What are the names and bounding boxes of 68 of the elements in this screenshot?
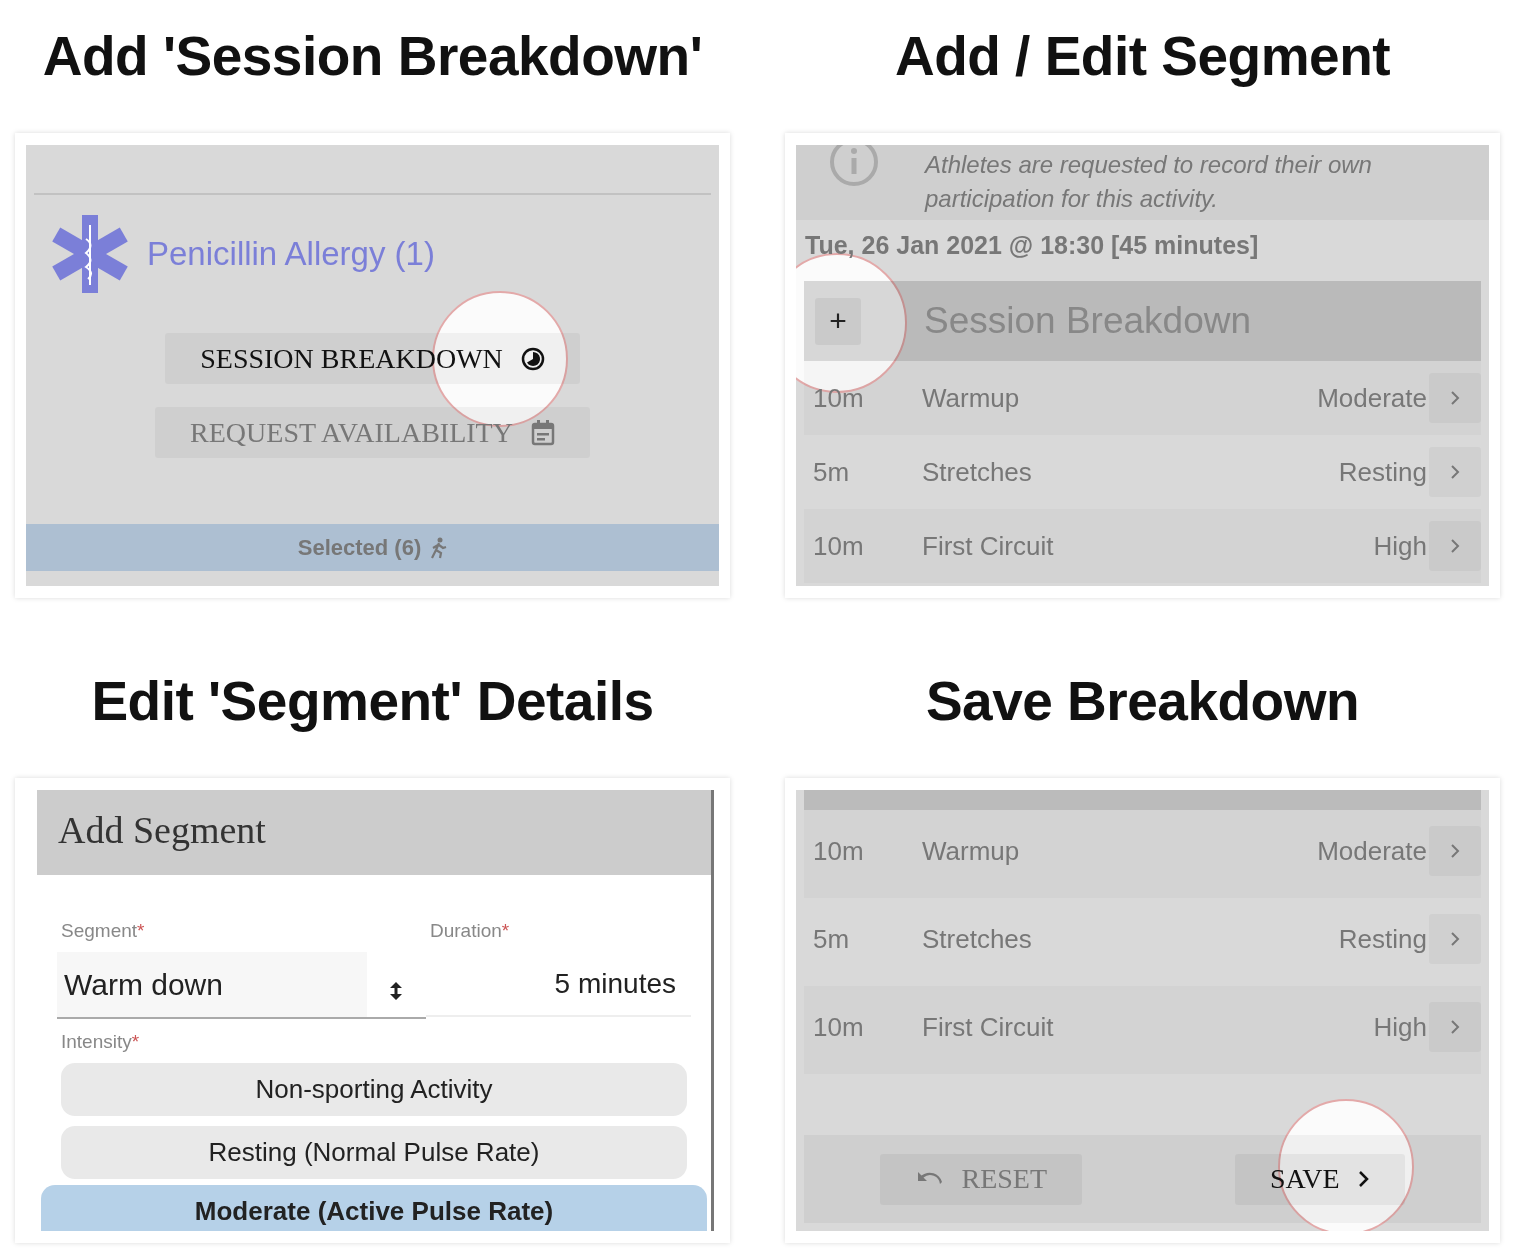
duration-text: 10m bbox=[813, 835, 865, 868]
field-label: Segment bbox=[61, 920, 138, 943]
required-marker: * bbox=[137, 920, 145, 943]
segment-name: Warmup bbox=[922, 382, 1021, 415]
info-icon bbox=[829, 145, 879, 187]
list-row[interactable]: 5m Stretches Resting bbox=[804, 898, 1481, 986]
step-heading: Save Breakdown bbox=[924, 669, 1361, 734]
add-button[interactable]: + bbox=[815, 297, 861, 345]
duration-text: 5m bbox=[813, 456, 851, 489]
intensity-text: Moderate bbox=[1317, 835, 1427, 868]
list-row[interactable]: 10m Warmup Moderate bbox=[804, 810, 1481, 898]
intensity-option[interactable]: Moderate (Active Pulse Rate) bbox=[41, 1185, 707, 1231]
dialog-title: Add Segment bbox=[37, 790, 711, 875]
segment-name: Stretches bbox=[922, 456, 1033, 489]
open-button[interactable] bbox=[1429, 914, 1481, 964]
required-marker: * bbox=[131, 1031, 140, 1054]
open-button[interactable] bbox=[1429, 826, 1481, 876]
list-row[interactable]: 10m First Circuit High bbox=[804, 509, 1481, 583]
duration-text: 5m bbox=[813, 923, 851, 956]
chevron-right-icon bbox=[1450, 390, 1460, 406]
field-label: Intensity bbox=[61, 1031, 132, 1054]
chevron-right-icon bbox=[1357, 1170, 1370, 1188]
intensity-text: Resting bbox=[1338, 456, 1427, 489]
chevron-right-icon bbox=[1450, 1019, 1460, 1035]
open-button[interactable] bbox=[1429, 447, 1481, 497]
intensity-text: High bbox=[1373, 1011, 1427, 1044]
open-button[interactable] bbox=[1429, 373, 1481, 423]
duration-text: 10m bbox=[813, 1011, 865, 1044]
step-heading: Add / Edit Segment bbox=[893, 24, 1392, 89]
intensity-text: Resting bbox=[1338, 923, 1427, 956]
menu-button[interactable]: SESSION BREAKDOWN bbox=[165, 333, 580, 384]
segment-name: Warmup bbox=[922, 835, 1021, 868]
reset-button[interactable]: RESET bbox=[880, 1153, 1083, 1205]
medical-star-icon bbox=[51, 215, 129, 293]
segment-select[interactable]: Warm down bbox=[57, 952, 426, 1019]
open-button[interactable] bbox=[1429, 1002, 1481, 1052]
segment-name: Stretches bbox=[922, 923, 1033, 956]
up-down-arrow-icon bbox=[390, 981, 402, 1000]
segment-name: First Circuit bbox=[922, 530, 1055, 563]
allergy-link[interactable]: Penicillin Allergy (1) bbox=[147, 235, 435, 273]
duration-text: 10m bbox=[813, 530, 865, 563]
step-heading: Edit 'Segment' Details bbox=[90, 669, 655, 734]
runner-icon bbox=[429, 536, 448, 559]
intensity-text: High bbox=[1373, 530, 1427, 563]
chevron-right-icon bbox=[1450, 843, 1460, 859]
list-row[interactable]: 10m Warmup Moderate bbox=[804, 361, 1481, 435]
pie-chart-icon bbox=[520, 346, 545, 371]
segment-name: First Circuit bbox=[922, 1011, 1055, 1044]
intensity-option[interactable]: Resting (Normal Pulse Rate) bbox=[61, 1126, 687, 1179]
chevron-right-icon bbox=[1450, 538, 1460, 554]
duration-text: 10m bbox=[813, 382, 865, 415]
required-marker: * bbox=[501, 920, 510, 943]
notice-text: Athletes are requested to record their own participation for this activity. bbox=[925, 150, 1373, 214]
step-heading: Add 'Session Breakdown' bbox=[41, 24, 704, 89]
list-row[interactable]: 5m Stretches Resting bbox=[804, 435, 1481, 509]
selection-count: Selected (6) bbox=[297, 534, 422, 561]
list-row[interactable]: 10m First Circuit High bbox=[804, 986, 1481, 1074]
menu-button[interactable]: REQUEST AVAILABILITY bbox=[155, 407, 590, 458]
intensity-text: Moderate bbox=[1317, 382, 1427, 415]
intensity-option[interactable]: Non-sporting Activity bbox=[61, 1063, 687, 1116]
save-button[interactable]: SAVE bbox=[1235, 1153, 1405, 1205]
duration-field[interactable]: 5 minutes bbox=[426, 952, 691, 1017]
chevron-right-icon bbox=[1450, 464, 1460, 480]
open-button[interactable] bbox=[1429, 521, 1481, 571]
calendar-icon bbox=[530, 419, 555, 446]
field-label: Duration bbox=[430, 920, 502, 943]
chevron-right-icon bbox=[1450, 931, 1460, 947]
session-date: Tue, 26 Jan 2021 @ 18:30 [45 minutes] bbox=[804, 230, 1260, 261]
